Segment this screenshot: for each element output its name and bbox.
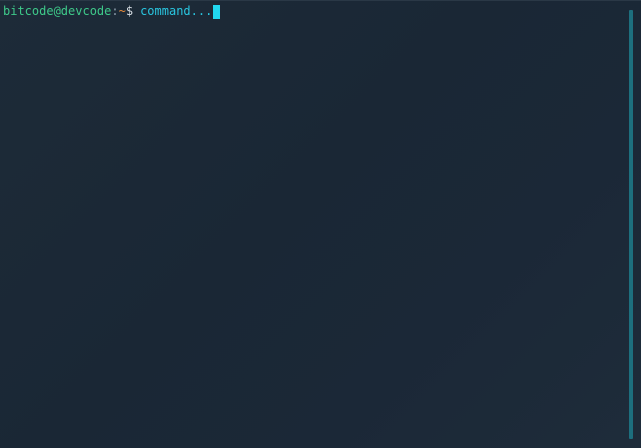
prompt-separator: : [111,4,119,18]
prompt-line: bitcode@devcode: ~ $ command... [3,4,221,19]
terminal-window[interactable]: bitcode@devcode: ~ $ command... [0,0,641,448]
prompt-path: ~ [118,4,126,18]
scrollbar[interactable] [629,10,633,439]
prompt-user-host: bitcode@devcode [3,4,112,18]
command-input[interactable]: command... [140,4,212,19]
text-cursor [213,4,221,19]
prompt-symbol: $ [125,4,134,18]
